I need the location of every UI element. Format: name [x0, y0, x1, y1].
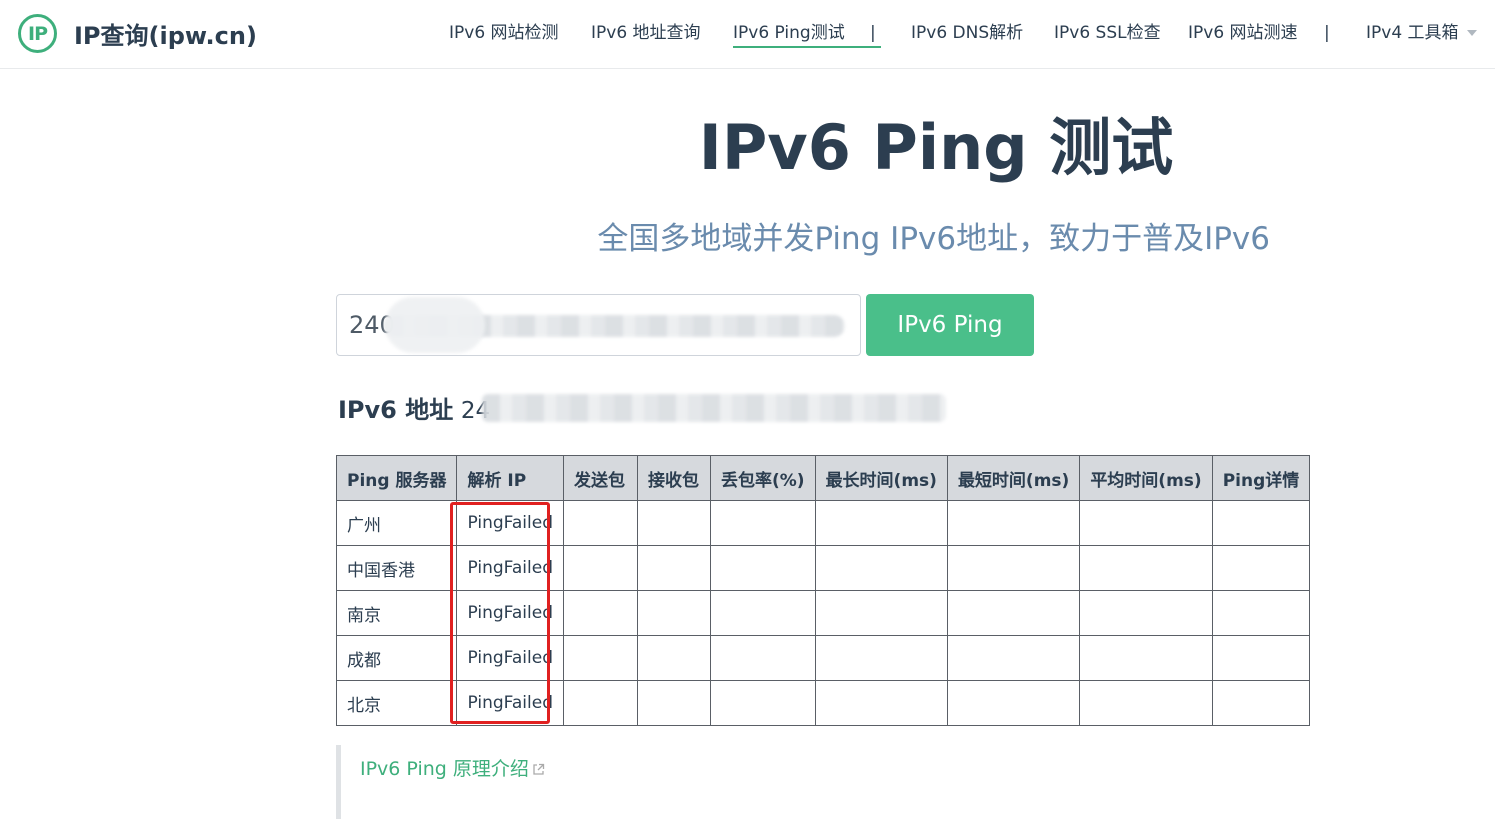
cell-sent — [562, 680, 638, 726]
nav-ipv4-toolbox-label: IPv4 工具箱 — [1366, 23, 1459, 43]
table-header-row: Ping 服务器 解析 IP 发送包 接收包 丢包率(%) 最长时间(ms) 最… — [335, 455, 1311, 501]
cell-received — [636, 680, 711, 726]
external-link-icon — [533, 763, 545, 775]
cell-details — [1211, 680, 1311, 726]
cell-sent — [562, 545, 638, 591]
cell-sent — [562, 590, 638, 636]
cell-avg-time — [1079, 500, 1213, 546]
col-header-avg-time: 平均时间(ms) — [1079, 455, 1213, 501]
cell-resolved-ip: PingFailed — [456, 635, 564, 681]
col-header-min-time: 最短时间(ms) — [946, 455, 1081, 501]
cell-max-time — [814, 680, 948, 726]
cell-resolved-ip: PingFailed — [456, 590, 564, 636]
cell-server: 广州 — [335, 500, 458, 546]
ping-results-table: Ping 服务器 解析 IP 发送包 接收包 丢包率(%) 最长时间(ms) 最… — [335, 455, 1311, 726]
page-subtitle: 全国多地域并发Ping IPv6地址，致力于普及IPv6 — [597, 221, 1270, 257]
col-header-received: 接收包 — [636, 455, 711, 501]
cell-avg-time — [1079, 590, 1213, 636]
cell-loss — [709, 680, 816, 726]
top-header: IP IP查询(ipw.cn) IPv6 网站检测 IPv6 地址查询 IPv6… — [0, 0, 1495, 69]
cell-server: 北京 — [335, 680, 458, 726]
cell-received — [636, 635, 711, 681]
cell-server: 中国香港 — [335, 545, 458, 591]
cell-min-time — [946, 635, 1081, 681]
nav-separator: | — [870, 23, 876, 43]
ping-principle-link[interactable]: IPv6 Ping 原理介绍 — [360, 755, 545, 783]
cell-min-time — [946, 545, 1081, 591]
col-header-server: Ping 服务器 — [335, 455, 458, 501]
cell-avg-time — [1079, 680, 1213, 726]
cell-loss — [709, 635, 816, 681]
cell-resolved-ip: PingFailed — [456, 545, 564, 591]
nav-ipv6-dns[interactable]: IPv6 DNS解析 — [911, 20, 1023, 46]
cell-server: 成都 — [335, 635, 458, 681]
cell-max-time — [814, 500, 948, 546]
active-nav-underline — [733, 46, 881, 48]
table-row: 中国香港 PingFailed — [335, 545, 1311, 591]
cell-loss — [709, 545, 816, 591]
cell-max-time — [814, 590, 948, 636]
nav-separator: | — [1324, 23, 1330, 43]
nav-ipv6-ping-test[interactable]: IPv6 Ping测试 — [733, 20, 845, 46]
cell-sent — [562, 500, 638, 546]
ip-logo-icon: IP — [18, 14, 57, 53]
col-header-sent: 发送包 — [562, 455, 638, 501]
address-label: IPv6 地址 — [338, 396, 454, 424]
cell-loss — [709, 590, 816, 636]
col-header-details: Ping详情 — [1211, 455, 1311, 501]
site-logo[interactable]: IP IP查询(ipw.cn) — [18, 14, 257, 53]
cell-sent — [562, 635, 638, 681]
cell-received — [636, 500, 711, 546]
cell-details — [1211, 635, 1311, 681]
cell-min-time — [946, 680, 1081, 726]
table-row: 北京 PingFailed — [335, 680, 1311, 726]
cell-avg-time — [1079, 635, 1213, 681]
ping-principle-link-label: IPv6 Ping 原理介绍 — [360, 758, 529, 780]
redacted-blur — [482, 394, 946, 422]
ipv6-ping-button[interactable]: IPv6 Ping — [866, 294, 1034, 356]
col-header-max-time: 最长时间(ms) — [814, 455, 948, 501]
nav-ipv6-speed[interactable]: IPv6 网站测速 — [1188, 20, 1298, 46]
chevron-down-icon — [1466, 30, 1477, 36]
cell-min-time — [946, 500, 1081, 546]
tip-block: IPv6 Ping 原理介绍 — [336, 745, 936, 819]
address-heading: IPv6 地址 24 — [338, 392, 490, 429]
cell-received — [636, 545, 711, 591]
cell-received — [636, 590, 711, 636]
cell-resolved-ip: PingFailed — [456, 680, 564, 726]
redacted-blur — [385, 297, 485, 353]
col-header-loss: 丢包率(%) — [709, 455, 816, 501]
cell-details — [1211, 590, 1311, 636]
table-row: 南京 PingFailed — [335, 590, 1311, 636]
cell-details — [1211, 545, 1311, 591]
cell-max-time — [814, 635, 948, 681]
table-row: 广州 PingFailed — [335, 500, 1311, 546]
nav-ipv6-ssl[interactable]: IPv6 SSL检查 — [1054, 20, 1161, 46]
cell-max-time — [814, 545, 948, 591]
nav-ipv6-site-check[interactable]: IPv6 网站检测 — [449, 20, 559, 46]
cell-details — [1211, 500, 1311, 546]
site-name: IP查询(ipw.cn) — [74, 22, 257, 50]
cell-resolved-ip: PingFailed — [456, 500, 564, 546]
cell-loss — [709, 500, 816, 546]
col-header-resolved-ip: 解析 IP — [456, 455, 564, 501]
cell-min-time — [946, 590, 1081, 636]
cell-server: 南京 — [335, 590, 458, 636]
nav-ipv6-address-lookup[interactable]: IPv6 地址查询 — [591, 20, 701, 46]
nav-ipv4-toolbox-dropdown[interactable]: IPv4 工具箱 — [1366, 20, 1477, 46]
page-title: IPv6 Ping 测试 — [698, 111, 1174, 184]
table-row: 成都 PingFailed — [335, 635, 1311, 681]
cell-avg-time — [1079, 545, 1213, 591]
ipv6-input-container — [336, 294, 861, 356]
